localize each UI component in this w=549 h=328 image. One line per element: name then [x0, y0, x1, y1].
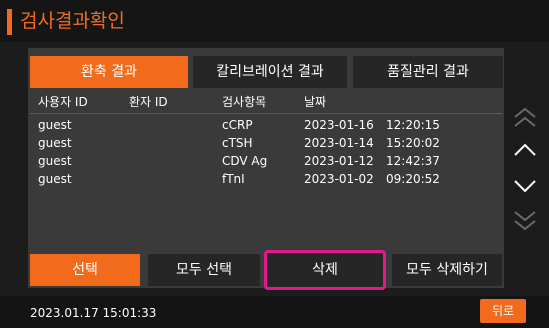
- tab-patient-results[interactable]: 환축 결과: [30, 56, 188, 88]
- row-2-test-item[interactable]: cTSH: [222, 135, 253, 151]
- row-4-date[interactable]: 2023-01-02: [304, 171, 374, 187]
- column-header-date: 날짜: [304, 95, 327, 109]
- column-header-user-id: 사용자 ID: [38, 95, 88, 109]
- row-3-test-item[interactable]: CDV Ag: [222, 153, 267, 169]
- datetime-display: 2023.01.17 15:01:33: [30, 306, 157, 320]
- row-1-test-item[interactable]: cCRP: [222, 117, 253, 133]
- row-3-time[interactable]: 12:42:37: [386, 153, 440, 169]
- table-header-divider: [30, 113, 502, 114]
- row-3-user-id[interactable]: guest: [38, 153, 72, 169]
- row-1-time[interactable]: 12:20:15: [386, 117, 440, 133]
- row-2-date[interactable]: 2023-01-14: [304, 135, 374, 151]
- chevron-up-icon[interactable]: [508, 134, 542, 166]
- row-1-date[interactable]: 2023-01-16: [304, 117, 374, 133]
- row-1-user-id[interactable]: guest: [38, 117, 72, 133]
- row-2-user-id[interactable]: guest: [38, 135, 72, 151]
- column-header-patient-id: 환자 ID: [129, 95, 168, 109]
- row-3-date[interactable]: 2023-01-12: [304, 153, 374, 169]
- back-button[interactable]: 뒤로: [480, 299, 526, 323]
- title-accent-bar: [7, 9, 12, 35]
- select-button[interactable]: 선택: [30, 254, 140, 286]
- select-all-button[interactable]: 모두 선택: [148, 254, 260, 286]
- chevron-down-icon[interactable]: [508, 170, 542, 202]
- delete-all-button[interactable]: 모두 삭제하기: [392, 254, 502, 286]
- row-2-time[interactable]: 15:20:02: [386, 135, 440, 151]
- row-4-test-item[interactable]: fTnI: [222, 171, 245, 187]
- double-chevron-down-icon[interactable]: [508, 204, 542, 236]
- tab-calibration-results[interactable]: 칼리브레이션 결과: [193, 56, 347, 88]
- tab-qc-results[interactable]: 품질관리 결과: [353, 56, 503, 88]
- row-4-user-id[interactable]: guest: [38, 171, 72, 187]
- delete-button[interactable]: 삭제: [264, 250, 386, 290]
- double-chevron-up-icon[interactable]: [508, 102, 542, 134]
- row-4-time[interactable]: 09:20:52: [386, 171, 440, 187]
- page-title: 검사결과확인: [20, 10, 125, 32]
- column-header-test-item: 검사항목: [222, 95, 267, 109]
